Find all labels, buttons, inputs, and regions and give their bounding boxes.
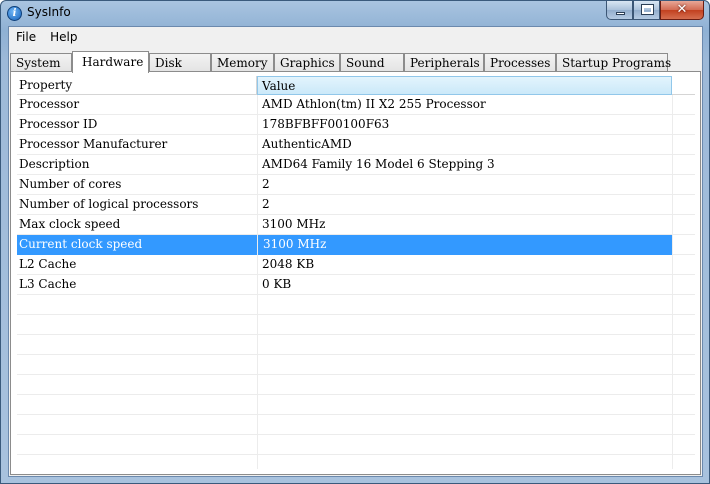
tab-peripherals[interactable]: Peripherals [404, 53, 484, 72]
grid-header: Property Value [17, 76, 695, 95]
minimize-icon [616, 12, 625, 15]
tab-startup-programs[interactable]: Startup Programs [556, 53, 671, 72]
value-cell: 2 [262, 197, 270, 211]
value-cell: 2 [262, 177, 270, 191]
column-divider [257, 95, 258, 469]
table-row[interactable]: L3 Cache 0 KB [17, 275, 695, 295]
property-cell: L3 Cache [19, 277, 77, 291]
app-info-icon: i [7, 6, 22, 21]
empty-row [17, 415, 695, 435]
empty-row [17, 355, 695, 375]
value-cell: 3100 MHz [262, 217, 326, 231]
table-row[interactable]: Number of cores 2 [17, 175, 695, 195]
tab-processes[interactable]: Processes [484, 53, 556, 72]
table-row-selected[interactable]: Current clock speed 3100 MHz [17, 235, 695, 255]
column-header-filler [672, 76, 695, 95]
table-row[interactable]: Description AMD64 Family 16 Model 6 Step… [17, 155, 695, 175]
minimize-button[interactable] [606, 1, 633, 20]
title-bar[interactable]: i SysInfo ✕ [1, 1, 709, 25]
app-window: i SysInfo ✕ File Help System Hardware Di… [0, 0, 710, 484]
hardware-panel: Property Value Processor AMD Athlon(tm) … [10, 71, 701, 475]
column-divider [672, 95, 673, 469]
menu-help[interactable]: Help [43, 27, 84, 47]
column-header-value[interactable]: Value [257, 76, 672, 95]
menu-bar: File Help [9, 27, 702, 47]
property-cell: Max clock speed [19, 217, 121, 231]
tab-disk[interactable]: Disk [149, 53, 211, 72]
property-cell: Number of logical processors [19, 197, 199, 211]
property-cell: L2 Cache [19, 257, 77, 271]
tab-memory[interactable]: Memory [211, 53, 274, 72]
tab-hardware[interactable]: Hardware [72, 51, 149, 73]
value-cell: 178BFBFF00100F63 [262, 117, 390, 131]
menu-file[interactable]: File [9, 27, 43, 47]
empty-row [17, 435, 695, 455]
property-cell: Number of cores [19, 177, 122, 191]
close-button[interactable]: ✕ [660, 1, 704, 20]
maximize-icon [641, 4, 654, 15]
table-row[interactable]: Processor Manufacturer AuthenticAMD [17, 135, 695, 155]
table-row[interactable]: Number of logical processors 2 [17, 195, 695, 215]
empty-row [17, 375, 695, 395]
value-cell: 2048 KB [262, 257, 315, 271]
client-area: File Help System Hardware Disk Memory Gr… [8, 26, 703, 477]
empty-row [17, 335, 695, 355]
table-row[interactable]: Max clock speed 3100 MHz [17, 215, 695, 235]
value-cell: AuthenticAMD [262, 137, 352, 151]
table-row[interactable]: Processor AMD Athlon(tm) II X2 255 Proce… [17, 95, 695, 115]
value-cell: 0 KB [262, 277, 292, 291]
tab-system[interactable]: System [10, 53, 72, 72]
tab-strip: System Hardware Disk Memory Graphics Sou… [10, 51, 700, 73]
property-cell: Processor Manufacturer [19, 137, 168, 151]
maximize-button[interactable] [633, 1, 660, 20]
empty-row [17, 295, 695, 315]
window-title: SysInfo [27, 5, 71, 19]
table-row[interactable]: L2 Cache 2048 KB [17, 255, 695, 275]
table-row[interactable]: Processor ID 178BFBFF00100F63 [17, 115, 695, 135]
value-cell: AMD Athlon(tm) II X2 255 Processor [262, 97, 486, 111]
value-cell: 3100 MHz [257, 235, 672, 255]
properties-grid[interactable]: Property Value Processor AMD Athlon(tm) … [17, 76, 695, 469]
property-cell: Processor [19, 97, 80, 111]
caption-buttons: ✕ [606, 1, 704, 20]
tab-graphics[interactable]: Graphics [274, 53, 340, 72]
empty-row [17, 395, 695, 415]
property-cell: Current clock speed [17, 235, 257, 255]
column-header-property[interactable]: Property [17, 76, 257, 95]
close-icon: ✕ [676, 2, 688, 17]
property-cell: Description [19, 157, 90, 171]
empty-row [17, 315, 695, 335]
tab-sound[interactable]: Sound [340, 53, 404, 72]
value-cell: AMD64 Family 16 Model 6 Stepping 3 [262, 157, 495, 171]
property-cell: Processor ID [19, 117, 98, 131]
